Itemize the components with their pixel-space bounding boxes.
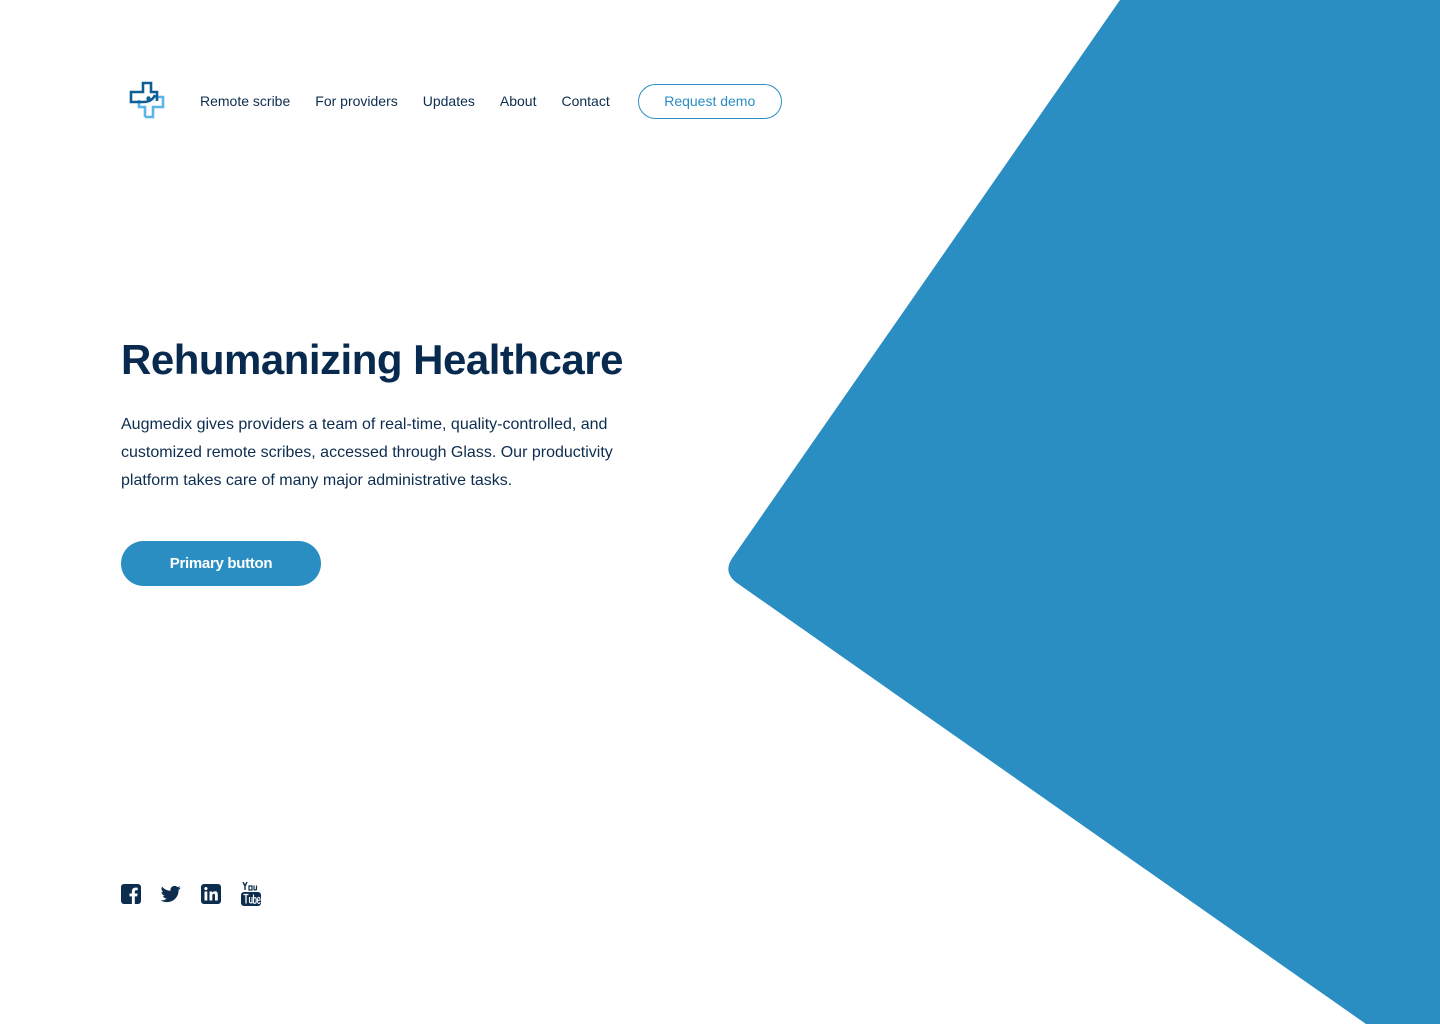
request-demo-button[interactable]: Request demo <box>637 83 782 119</box>
hero-title: Rehumanizing Healthcare <box>121 336 623 383</box>
nav-link-about[interactable]: About <box>500 93 537 109</box>
nav-link-updates[interactable]: Updates <box>423 93 475 109</box>
social-links <box>121 882 261 906</box>
hero-section: Rehumanizing Healthcare Augmedix gives p… <box>121 333 661 586</box>
top-navigation: Remote scribe For providers Updates Abou… <box>128 80 782 122</box>
hero-description: Augmedix gives providers a team of real-… <box>121 416 613 489</box>
twitter-icon[interactable] <box>161 882 181 906</box>
primary-button[interactable]: Primary button <box>121 541 321 586</box>
youtube-icon[interactable] <box>241 882 261 906</box>
nav-link-for-providers[interactable]: For providers <box>315 93 397 109</box>
linkedin-icon[interactable] <box>201 882 221 906</box>
nav-link-remote-scribe[interactable]: Remote scribe <box>200 93 290 109</box>
facebook-icon[interactable] <box>121 882 141 906</box>
nav-link-contact[interactable]: Contact <box>561 93 609 109</box>
medical-cross-logo-icon[interactable] <box>128 81 168 121</box>
